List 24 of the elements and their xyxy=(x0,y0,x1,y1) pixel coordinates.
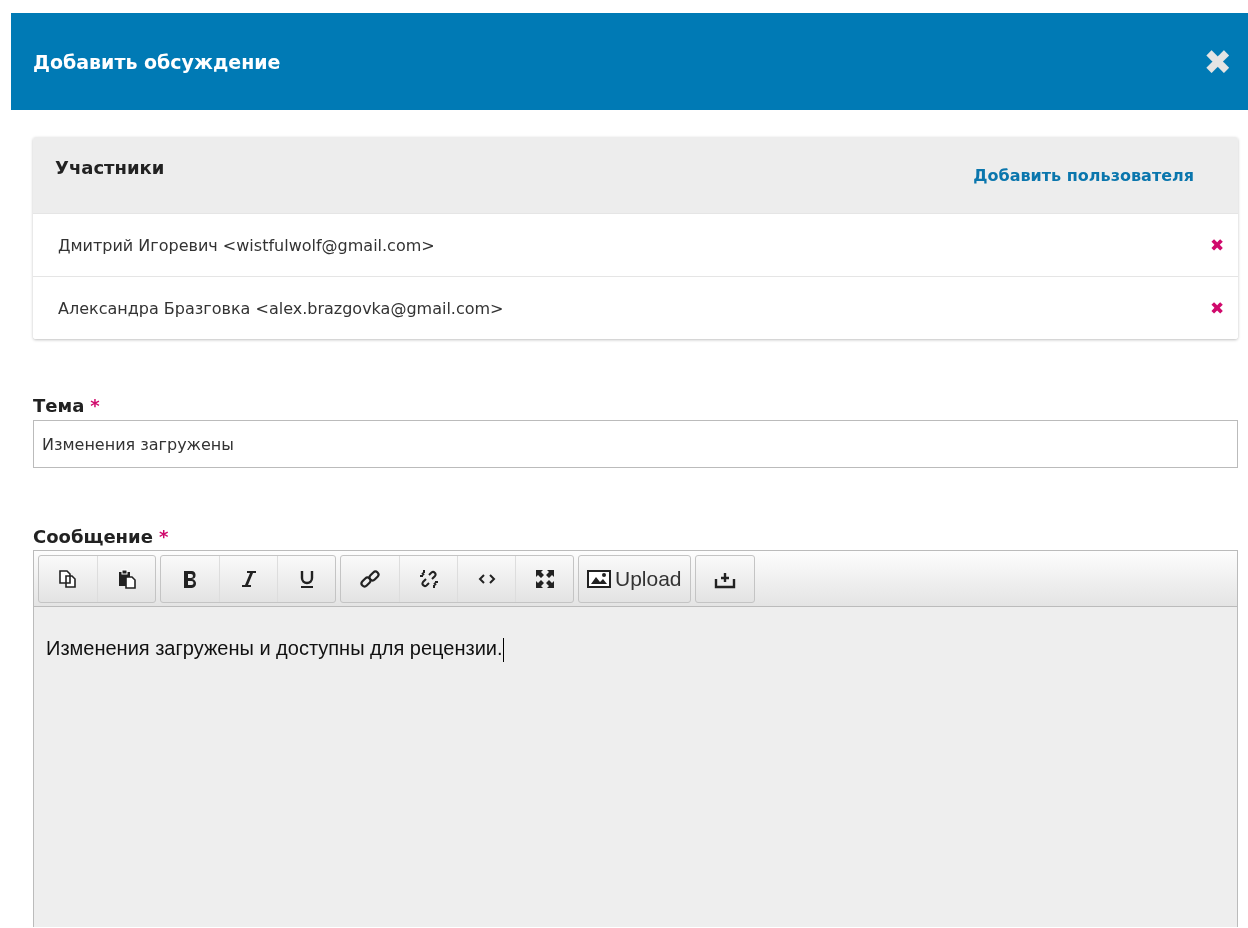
remove-button[interactable]: ✖ xyxy=(1210,297,1224,319)
participant-name: Дмитрий Игоревич <wistfulwolf@gmail.com> xyxy=(58,235,435,255)
code-icon xyxy=(477,572,496,586)
panel-title: Участники xyxy=(55,157,165,180)
link-icon xyxy=(359,568,381,590)
close-button[interactable]: ✖ xyxy=(1203,44,1232,79)
message-editor[interactable]: Изменения загружены и доступны для рецензии. xyxy=(34,607,1237,927)
toolbar-button[interactable]: Upload xyxy=(579,556,690,602)
modal-title: Добавить обсуждение xyxy=(33,50,281,73)
subject-field[interactable]: Изменения загружены xyxy=(33,420,1238,468)
remove-button[interactable]: ✖ xyxy=(1210,234,1224,256)
field-label: Тема xyxy=(33,395,85,416)
fullscreen-icon xyxy=(533,568,556,590)
required-mark: * xyxy=(158,526,169,547)
participant-name: Александра Бразговка <alex.brazgovka@gmail.com> xyxy=(58,298,504,318)
copy-icon xyxy=(58,569,78,589)
field-label: Сообщение xyxy=(33,526,153,547)
image-icon xyxy=(587,569,611,589)
unlink-icon xyxy=(417,568,440,590)
add-user-link[interactable]: Добавить пользователя xyxy=(973,166,1194,213)
required-mark: * xyxy=(90,395,100,416)
bold-icon xyxy=(182,569,198,589)
clipboard-icon xyxy=(116,569,137,589)
italic-icon xyxy=(239,569,258,589)
